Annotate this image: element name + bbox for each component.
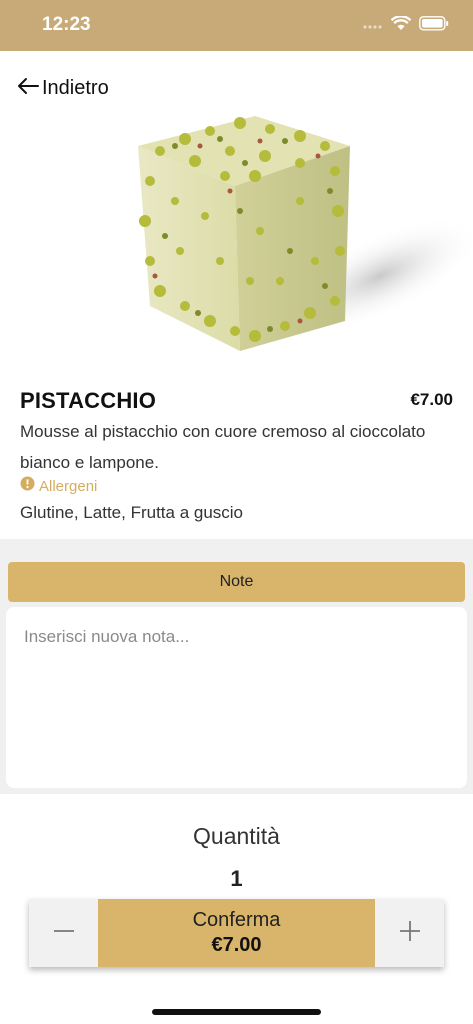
battery-icon <box>419 16 449 36</box>
plus-icon <box>399 920 421 947</box>
arrow-left-icon <box>16 76 40 101</box>
back-button[interactable]: Indietro <box>16 76 109 101</box>
confirm-price: €7.00 <box>211 934 262 956</box>
status-time: 12:23 <box>42 14 91 35</box>
back-label: Indietro <box>42 77 109 99</box>
confirm-button[interactable]: Conferma €7.00 <box>98 899 375 967</box>
status-icons <box>363 15 449 36</box>
confirm-label: Conferma <box>192 909 281 931</box>
product-info: PISTACCHIO €7.00 Mousse al pistacchio co… <box>0 366 473 539</box>
product-name: PISTACCHIO <box>20 388 157 413</box>
product-price: €7.00 <box>410 390 453 409</box>
alert-icon <box>20 476 35 496</box>
product-image: Indietro <box>0 51 473 366</box>
note-input[interactable] <box>24 627 444 647</box>
wifi-icon <box>390 15 412 36</box>
minus-icon <box>53 920 75 947</box>
allergen-list: Glutine, Latte, Frutta a guscio <box>20 503 244 522</box>
quantity-title: Quantità <box>193 823 280 849</box>
quantity-action-bar: Conferma €7.00 <box>29 899 444 967</box>
allergen-label: Allergeni <box>39 477 98 495</box>
product-description: Mousse al pistacchio con cuore cremoso a… <box>20 422 426 472</box>
home-indicator <box>152 1009 321 1015</box>
quantity-value: 1 <box>230 866 243 891</box>
allergen-link[interactable]: Allergeni <box>20 476 97 496</box>
status-bar: 12:23 <box>0 0 473 51</box>
note-box[interactable] <box>6 607 467 788</box>
signal-icon <box>363 17 383 35</box>
decrement-button[interactable] <box>29 899 98 967</box>
note-header: Note <box>8 562 465 602</box>
increment-button[interactable] <box>375 899 444 967</box>
